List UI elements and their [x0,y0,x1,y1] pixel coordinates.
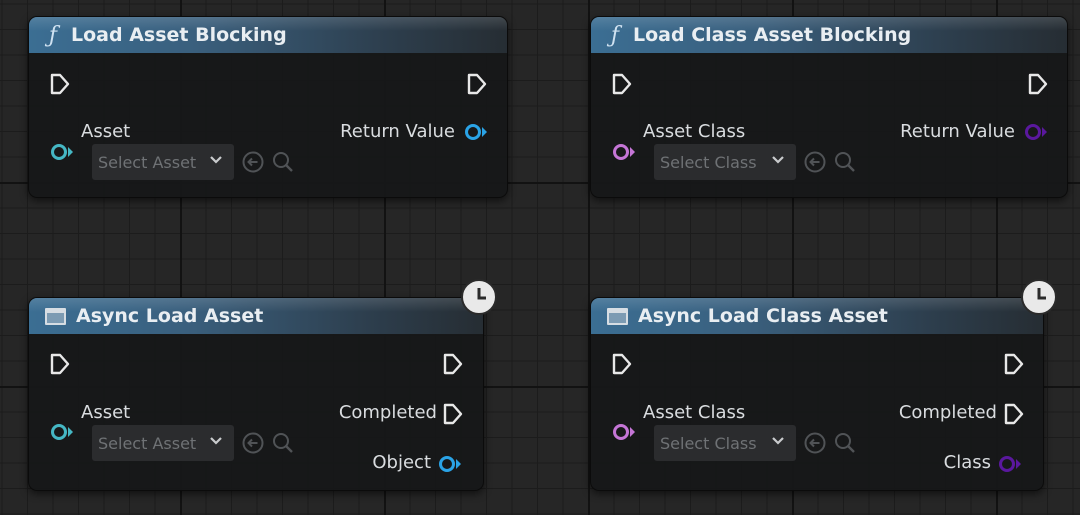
pin-label-return-value: Return Value [340,121,455,142]
pin-label-completed: Completed [898,402,997,423]
chevron-down-icon [772,156,784,164]
selector-text: Select Class [660,433,757,453]
node-load-asset-blocking[interactable]: ƒ Load Asset Blocking Asset Select Asset… [28,16,508,198]
chevron-down-icon [210,156,222,164]
exec-out-pin-icon[interactable] [1003,352,1025,376]
select-class-dropdown[interactable]: Select Class [654,144,796,180]
pin-label-object: Object [372,452,431,473]
object-pin-icon[interactable] [463,122,489,142]
exec-out-pin-icon[interactable] [442,352,464,376]
node-title: Async Load Class Asset [638,305,888,327]
exec-out-pin-icon[interactable] [442,402,464,426]
pin-label-asset-class: Asset Class [643,121,746,142]
chevron-down-icon [210,437,222,445]
browse-magnifier-icon[interactable] [833,150,857,174]
function-icon: ƒ [610,22,620,48]
object-pin-icon[interactable] [49,142,75,162]
clock-icon [1021,279,1057,315]
select-class-dropdown[interactable]: Select Class [654,425,796,461]
node-header[interactable]: Async Load Asset [29,298,483,334]
object-pin-icon[interactable] [437,454,463,474]
browse-magnifier-icon[interactable] [833,431,857,455]
exec-out-pin-icon[interactable] [1003,402,1025,426]
class-pin-icon[interactable] [997,454,1023,474]
node-header[interactable]: ƒ Load Asset Blocking [29,17,507,53]
selector-text: Select Asset [98,433,197,453]
pin-label-class: Class [943,452,991,473]
pin-label-asset-class: Asset Class [643,402,746,423]
pin-label-asset: Asset [81,402,131,423]
node-async-load-class-asset[interactable]: Async Load Class Asset Asset Class Selec… [590,297,1044,491]
selector-text: Select Asset [98,152,197,172]
async-node-icon [607,307,628,325]
pin-label-asset: Asset [81,121,131,142]
object-pin-icon[interactable] [49,422,75,442]
exec-in-pin-icon[interactable] [611,352,633,376]
pin-label-completed: Completed [338,402,437,423]
use-selected-asset-icon[interactable] [803,431,827,455]
node-header[interactable]: ƒ Load Class Asset Blocking [591,17,1067,53]
select-asset-dropdown[interactable]: Select Asset [92,425,234,461]
node-load-class-asset-blocking[interactable]: ƒ Load Class Asset Blocking Asset Class … [590,16,1068,198]
use-selected-asset-icon[interactable] [803,150,827,174]
selector-text: Select Class [660,152,757,172]
use-selected-asset-icon[interactable] [241,150,265,174]
exec-out-pin-icon[interactable] [466,72,488,96]
node-async-load-asset[interactable]: Async Load Asset Asset Select Asset Comp… [28,297,484,491]
clock-icon [461,279,497,315]
async-node-icon [45,307,66,325]
browse-magnifier-icon[interactable] [271,150,295,174]
node-header[interactable]: Async Load Class Asset [591,298,1043,334]
exec-in-pin-icon[interactable] [49,352,71,376]
class-pin-icon[interactable] [611,422,637,442]
exec-in-pin-icon[interactable] [49,72,71,96]
browse-magnifier-icon[interactable] [271,431,295,455]
chevron-down-icon [772,437,784,445]
class-pin-icon[interactable] [1023,122,1049,142]
node-title: Async Load Asset [76,305,264,327]
pin-label-return-value: Return Value [900,121,1015,142]
exec-in-pin-icon[interactable] [611,72,633,96]
class-pin-icon[interactable] [611,142,637,162]
node-title: Load Asset Blocking [71,24,287,46]
node-title: Load Class Asset Blocking [633,24,912,46]
function-icon: ƒ [48,22,58,48]
use-selected-asset-icon[interactable] [241,431,265,455]
exec-out-pin-icon[interactable] [1027,72,1049,96]
select-asset-dropdown[interactable]: Select Asset [92,144,234,180]
